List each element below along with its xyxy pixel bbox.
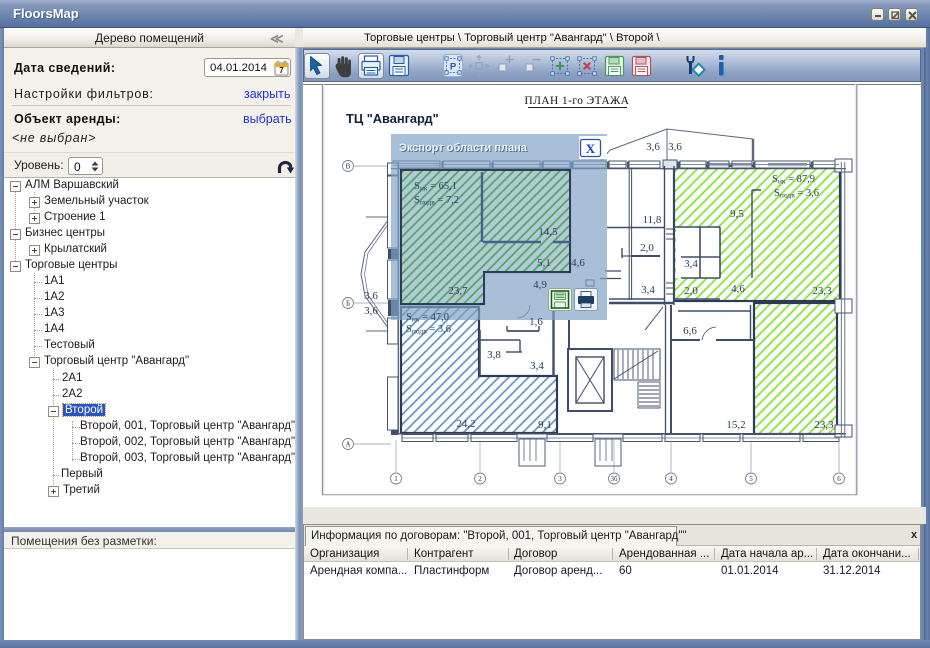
svg-text:2,0: 2,0 <box>684 285 698 297</box>
svg-text:X: X <box>586 141 596 156</box>
svg-text:1,6: 1,6 <box>529 316 543 328</box>
svg-text:9,5: 9,5 <box>730 208 744 220</box>
svg-text:6: 6 <box>837 475 841 483</box>
svg-text:ПЛАН 1-го ЭТАЖА: ПЛАН 1-го ЭТАЖА <box>525 95 630 107</box>
svg-text:2: 2 <box>478 475 482 483</box>
svg-text:4,9: 4,9 <box>533 279 547 291</box>
svg-text:4,6: 4,6 <box>571 257 585 269</box>
svg-text:3,6: 3,6 <box>646 141 660 153</box>
svg-text:5: 5 <box>749 475 753 483</box>
svg-text:3,4: 3,4 <box>641 284 655 296</box>
svg-text:Sподв = 3,6: Sподв = 3,6 <box>774 188 819 200</box>
svg-text:23,7: 23,7 <box>448 285 468 297</box>
svg-text:Экспорт области плана: Экспорт области плана <box>399 142 528 154</box>
svg-text:3,6: 3,6 <box>364 290 378 302</box>
svg-text:11,8: 11,8 <box>643 214 662 226</box>
svg-text:Sик = 47,0: Sик = 47,0 <box>406 312 449 324</box>
svg-text:А: А <box>345 441 350 449</box>
svg-text:6,6: 6,6 <box>683 325 697 337</box>
svg-text:5,1: 5,1 <box>537 257 551 269</box>
svg-text:3,6: 3,6 <box>668 141 682 153</box>
svg-text:23,3: 23,3 <box>814 419 834 431</box>
svg-text:3,4: 3,4 <box>684 258 698 270</box>
svg-text:В: В <box>346 163 351 171</box>
svg-text:P: P <box>450 62 457 73</box>
svg-text:4: 4 <box>669 475 673 483</box>
svg-text:Sик = 87,9: Sик = 87,9 <box>772 174 815 186</box>
svg-text:3,4: 3,4 <box>530 360 544 372</box>
svg-text:1: 1 <box>394 475 398 483</box>
svg-text:3,6: 3,6 <box>364 305 378 317</box>
svg-text:15,2: 15,2 <box>726 419 745 431</box>
svg-text:Sподв = 7,2: Sподв = 7,2 <box>414 195 459 207</box>
svg-text:14,5: 14,5 <box>538 226 558 238</box>
svg-text:Sподв = 3,6: Sподв = 3,6 <box>406 324 451 336</box>
svg-text:4,6: 4,6 <box>731 283 745 295</box>
svg-text:2,0: 2,0 <box>640 242 654 254</box>
svg-text:7: 7 <box>279 66 284 75</box>
svg-text:3,8: 3,8 <box>487 349 501 361</box>
svg-text:Б: Б <box>346 300 350 308</box>
svg-text:23,3: 23,3 <box>812 285 832 297</box>
svg-text:3б: 3б <box>610 475 618 483</box>
svg-text:3: 3 <box>558 475 562 483</box>
svg-text:ТЦ "Авангард": ТЦ "Авангард" <box>346 111 439 126</box>
svg-text:9,1: 9,1 <box>538 419 552 431</box>
svg-text:Sик = 65,1: Sик = 65,1 <box>414 181 457 193</box>
svg-text:24,2: 24,2 <box>456 418 475 430</box>
